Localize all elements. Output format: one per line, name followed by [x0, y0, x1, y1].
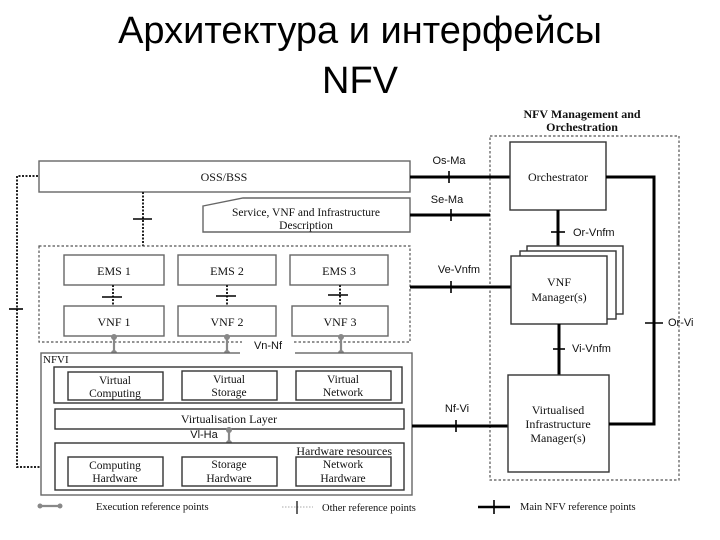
storage-hardware: Storage Hardware [181, 456, 278, 487]
vn-nf-label: Vn-Nf [254, 340, 283, 352]
virtual-storage: Virtual Storage [181, 370, 278, 401]
legend: Execution reference points Other referen… [37, 500, 636, 514]
vnf-3-label: VNF 3 [323, 315, 356, 329]
nf-vi-label: Nf-Vi [445, 403, 469, 415]
ems-2: EMS 2 [177, 254, 277, 286]
network-hardware-line2: Hardware [320, 473, 365, 485]
storage-hardware-line2: Hardware [206, 473, 251, 485]
vnf-manager-line1: VNF [547, 275, 571, 289]
vnf-1: VNF 1 [63, 305, 165, 337]
service-description-line2: Description [279, 220, 333, 232]
virtual-computing-line1: Virtual [99, 375, 131, 387]
hardware-resources-label: Hardware resources [296, 444, 392, 458]
mano-title-line2: Orchestration [546, 120, 618, 134]
virtual-network-line2: Network [323, 387, 363, 399]
network-hardware-line1: Network [323, 459, 363, 471]
virtualisation-layer-label: Virtualisation Layer [181, 412, 277, 426]
virtual-computing-line2: Computing [89, 388, 141, 400]
ems-2-label: EMS 2 [210, 264, 244, 278]
virtual-network: Virtual Network [295, 370, 392, 401]
vi-vnfm-label: Vi-Vnfm [572, 343, 611, 355]
vnf-manager-line2: Manager(s) [531, 290, 586, 304]
vl-ha-label: Vl-Ha [190, 429, 218, 441]
virtual-storage-line2: Storage [211, 387, 246, 399]
virtual-computing: Virtual Computing [67, 371, 164, 401]
vnf-2-label: VNF 2 [210, 315, 243, 329]
ems-3: EMS 3 [289, 254, 389, 286]
computing-hardware: Computing Hardware [67, 456, 164, 487]
legend-main-label: Main NFV reference points [520, 502, 636, 513]
computing-hardware-line2: Hardware [92, 473, 137, 485]
ve-vnfm-label: Ve-Vnfm [438, 264, 480, 276]
or-vnfm-label: Or-Vnfm [573, 227, 615, 239]
ems-3-label: EMS 3 [322, 264, 356, 278]
legend-other: Other reference points [282, 501, 416, 514]
legend-execution: Execution reference points [37, 502, 209, 513]
oss-bss-label: OSS/BSS [201, 170, 248, 184]
nfvi-label: NFVI [43, 354, 69, 366]
virtual-network-line1: Virtual [327, 374, 359, 386]
network-hardware: Network Hardware [295, 456, 392, 487]
se-ma-label: Se-Ma [431, 194, 464, 206]
or-vi-label: Or-Vi [668, 317, 693, 329]
nfv-architecture-diagram: NFV Management and Orchestration OSS/BSS… [9, 107, 693, 514]
ems-1: EMS 1 [63, 254, 165, 286]
legend-main: Main NFV reference points [478, 500, 636, 514]
vim-line1: Virtualised [532, 403, 585, 417]
mano-title-line1: NFV Management and [523, 107, 640, 121]
vnf-1-label: VNF 1 [97, 315, 130, 329]
vim-line3: Manager(s) [530, 431, 585, 445]
ems-1-label: EMS 1 [97, 264, 131, 278]
orchestrator-label: Orchestrator [528, 170, 588, 184]
service-description-line1: Service, VNF and Infrastructure [232, 207, 380, 219]
vnf-3: VNF 3 [291, 305, 389, 337]
os-ma-label: Os-Ma [433, 155, 467, 167]
vnf-2: VNF 2 [177, 305, 277, 337]
vim-line2: Infrastructure [525, 417, 590, 431]
storage-hardware-line1: Storage [211, 459, 246, 471]
legend-execution-label: Execution reference points [96, 502, 209, 513]
virtual-storage-line1: Virtual [213, 374, 245, 386]
legend-other-label: Other reference points [322, 503, 416, 514]
computing-hardware-line1: Computing [89, 460, 141, 472]
